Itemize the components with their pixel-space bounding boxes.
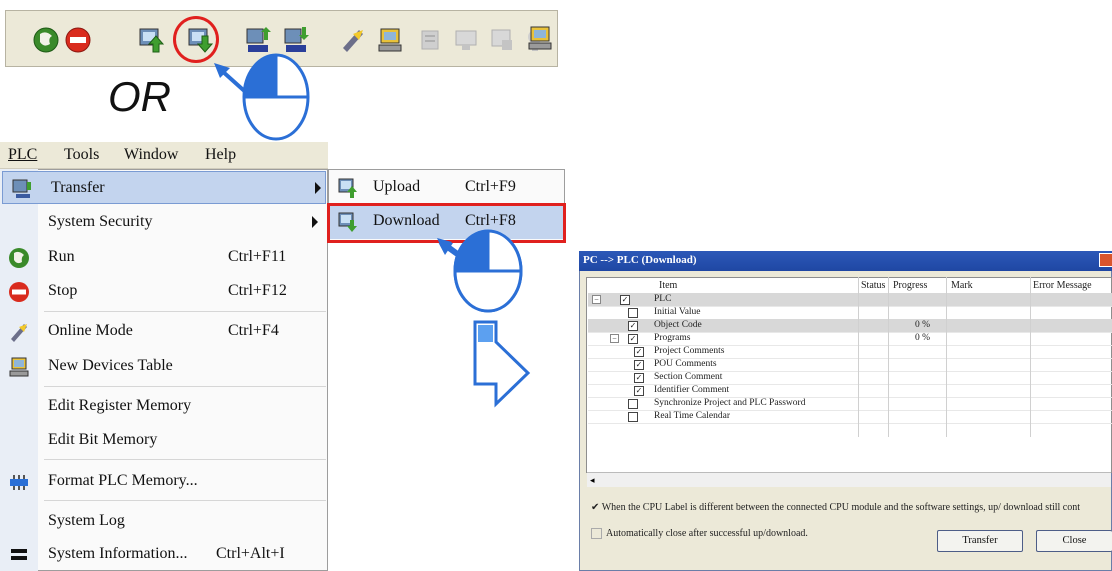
transfer-button[interactable]: Transfer (937, 530, 1023, 552)
table-row[interactable]: Real Time Calendar (588, 410, 1112, 424)
table-row[interactable]: − ✓ PLC (588, 293, 1112, 307)
table-row[interactable]: ✓ Section Comment (588, 371, 1112, 385)
column-divider (888, 277, 889, 437)
row-checkbox[interactable]: ✓ (628, 321, 638, 331)
table-row[interactable]: − ✓ Programs 0 % (588, 332, 1112, 346)
column-status: Status (861, 280, 886, 291)
table-row[interactable]: ✓ Object Code 0 % (588, 319, 1112, 333)
table-row[interactable]: ✓ Identifier Comment (588, 384, 1112, 398)
table-row[interactable]: Initial Value (588, 306, 1112, 320)
column-mark: Mark (951, 280, 973, 291)
cpu-label-warning-option[interactable]: ✔ When the CPU Label is different betwee… (591, 502, 1112, 513)
dialog-titlebar: PC --> PLC (Download) (579, 251, 1112, 271)
row-checkbox[interactable]: ✓ (620, 295, 630, 305)
row-checkbox[interactable] (628, 308, 638, 318)
table-row[interactable]: ✓ POU Comments (588, 358, 1112, 372)
cpu-label-checkbox[interactable]: ✔ (591, 502, 602, 513)
close-button[interactable]: Close (1036, 530, 1112, 552)
row-checkbox[interactable]: ✓ (634, 347, 644, 357)
mouse-icon-submenu (453, 229, 523, 313)
scroll-left-icon[interactable]: ◂ (590, 475, 595, 486)
horizontal-scrollbar[interactable]: ◂ (587, 472, 1111, 487)
close-icon[interactable] (1099, 253, 1112, 267)
column-divider (946, 277, 947, 437)
row-checkbox[interactable]: ✓ (634, 373, 644, 383)
row-checkbox[interactable] (628, 399, 638, 409)
row-checkbox[interactable]: ✓ (634, 360, 644, 370)
column-progress: Progress (893, 280, 928, 291)
table-row[interactable]: Synchronize Project and PLC Password (588, 397, 1112, 411)
row-checkbox[interactable]: ✓ (628, 334, 638, 344)
row-checkbox[interactable]: ✓ (634, 386, 644, 396)
row-checkbox[interactable] (628, 412, 638, 422)
auto-close-checkbox[interactable] (591, 528, 602, 540)
column-error-message: Error Message (1033, 280, 1092, 291)
table-row[interactable]: ✓ Project Comments (588, 345, 1112, 359)
transfer-items-grid: Item Status Progress Mark Error Message … (586, 277, 1112, 473)
column-divider (858, 277, 859, 437)
column-divider (1030, 277, 1031, 437)
column-item: Item (659, 280, 678, 291)
auto-close-option[interactable]: Automatically close after successful up/… (591, 528, 808, 540)
